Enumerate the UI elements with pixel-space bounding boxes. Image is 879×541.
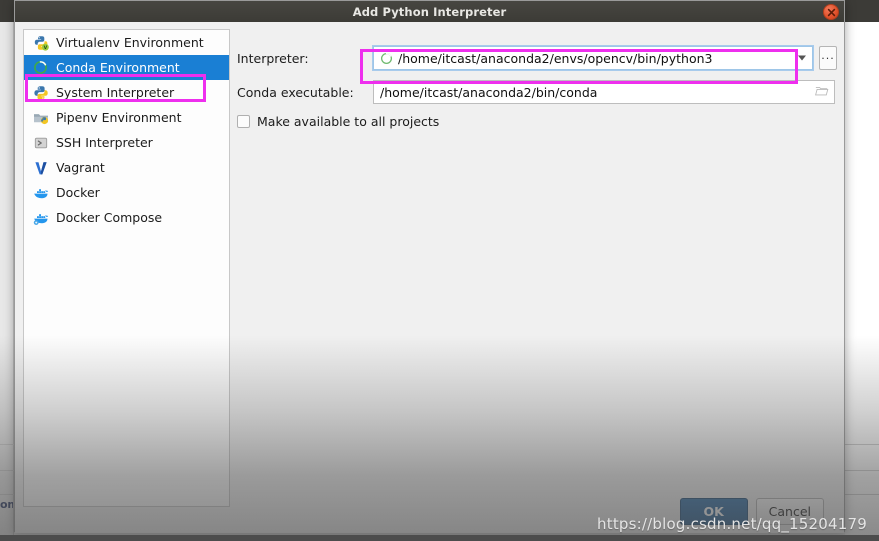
close-icon[interactable]	[823, 4, 839, 20]
conda-executable-row: Conda executable: /home/itcast/anaconda2…	[237, 80, 837, 104]
interpreter-value: /home/itcast/anaconda2/envs/opencv/bin/p…	[398, 50, 713, 66]
docker-compose-icon	[32, 209, 49, 226]
dialog-titlebar: Add Python Interpreter	[15, 1, 844, 22]
sidebar-item-docker[interactable]: Docker	[24, 180, 229, 205]
folder-icon[interactable]	[815, 83, 829, 102]
conda-executable-value: /home/itcast/anaconda2/bin/conda	[380, 84, 598, 100]
sidebar-item-label: Virtualenv Environment	[56, 35, 204, 50]
vagrant-icon	[32, 159, 49, 176]
sidebar-item-vagrant[interactable]: Vagrant	[24, 155, 229, 180]
sidebar-item-label: Conda Environment	[56, 60, 180, 75]
screenshot-bottom-bar	[0, 535, 879, 541]
sidebar-item-label: Docker	[56, 185, 100, 200]
background-divider	[0, 470, 14, 471]
interpreter-select[interactable]: /home/itcast/anaconda2/envs/opencv/bin/p…	[372, 45, 814, 71]
svg-text:V: V	[43, 45, 47, 51]
interpreter-settings-form: Interpreter: /home/itcast/anaconda2/envs…	[237, 45, 837, 129]
background-divider	[0, 494, 14, 495]
sidebar-item-label: SSH Interpreter	[56, 135, 153, 150]
dialog-body: V Virtualenv Environment Conda Environme…	[15, 22, 844, 533]
sidebar-item-system-interpreter[interactable]: System Interpreter	[24, 80, 229, 105]
screenshot-root: om Add Python Interpreter	[0, 0, 879, 541]
add-python-interpreter-dialog: Add Python Interpreter V Virtualenv Envi…	[14, 0, 845, 533]
make-available-label: Make available to all projects	[257, 114, 440, 129]
chevron-down-icon[interactable]	[798, 55, 806, 61]
sidebar-item-label: Vagrant	[56, 160, 105, 175]
docker-icon	[32, 184, 49, 201]
sidebar-item-docker-compose[interactable]: Docker Compose	[24, 205, 229, 230]
make-available-checkbox-row[interactable]: Make available to all projects	[237, 114, 837, 129]
sidebar-item-label: Pipenv Environment	[56, 110, 182, 125]
background-divider	[845, 470, 879, 471]
background-divider	[0, 444, 14, 445]
sidebar-item-virtualenv-environment[interactable]: V Virtualenv Environment	[24, 30, 229, 55]
sidebar-item-pipenv-environment[interactable]: Pipenv Environment	[24, 105, 229, 130]
sidebar-item-conda-environment[interactable]: Conda Environment	[24, 55, 229, 80]
conda-executable-label: Conda executable:	[237, 84, 354, 100]
background-divider	[845, 494, 879, 495]
background-divider	[845, 444, 879, 445]
background-left-strip	[0, 22, 14, 541]
python-icon	[32, 84, 49, 101]
conda-icon	[380, 51, 394, 65]
background-text-fragment: om	[0, 498, 13, 511]
dialog-title: Add Python Interpreter	[352, 4, 507, 19]
interpreter-browse-button[interactable]: ...	[819, 46, 837, 70]
conda-executable-input[interactable]: /home/itcast/anaconda2/bin/conda	[373, 80, 835, 104]
conda-icon	[32, 59, 49, 76]
sidebar-item-label: Docker Compose	[56, 210, 163, 225]
make-available-checkbox[interactable]	[237, 115, 250, 128]
background-right-panel	[845, 22, 879, 541]
sidebar-item-label: System Interpreter	[56, 85, 175, 100]
sidebar-item-ssh-interpreter[interactable]: SSH Interpreter	[24, 130, 229, 155]
watermark-text: https://blog.csdn.net/qq_15204179	[597, 515, 867, 533]
pipenv-folder-icon	[32, 109, 49, 126]
python-virtualenv-icon: V	[32, 34, 49, 51]
interpreter-row: Interpreter: /home/itcast/anaconda2/envs…	[237, 45, 837, 71]
interpreter-type-list[interactable]: V Virtualenv Environment Conda Environme…	[23, 29, 230, 507]
ssh-terminal-icon	[32, 134, 49, 151]
interpreter-label: Interpreter:	[237, 50, 309, 66]
